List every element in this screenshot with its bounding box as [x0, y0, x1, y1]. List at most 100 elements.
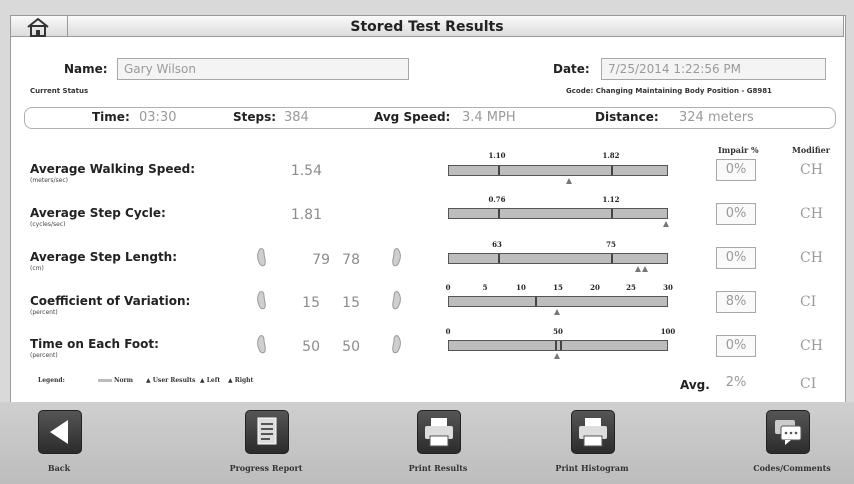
- metric-unit: (meters/sec): [30, 177, 68, 184]
- distance-label: Distance:: [595, 110, 659, 124]
- left-foot-icon: [257, 248, 266, 267]
- tick-label: 5: [482, 283, 488, 292]
- impair-percent: 8%: [716, 291, 756, 313]
- gcode-label: Gcode: Changing Maintaining Body Positio…: [566, 87, 772, 95]
- tick-label: 30: [663, 283, 673, 292]
- page-title: Stored Test Results: [350, 19, 504, 35]
- legend-left: ▲ Left: [200, 377, 221, 384]
- tick-label: 1.10: [488, 151, 506, 160]
- left-foot-icon: [257, 335, 266, 354]
- codes-comments-button[interactable]: [766, 410, 810, 454]
- report-icon: [257, 417, 277, 445]
- norm-tick: [498, 166, 500, 175]
- norm-range-bar: [448, 165, 668, 176]
- tick-label: 10: [516, 283, 526, 292]
- metric-label: Average Walking Speed:: [30, 162, 196, 176]
- modifier-code: CH: [800, 250, 823, 266]
- legend-norm-swatch: [98, 379, 112, 382]
- norm-tick: [555, 341, 557, 350]
- norm-tick: [611, 166, 613, 175]
- tick-label: 1.12: [602, 195, 620, 204]
- right-foot-value: 15: [342, 295, 360, 311]
- print-histogram-label[interactable]: Print Histogram: [555, 463, 628, 473]
- metric-unit: (cycles/sec): [30, 221, 66, 228]
- right-foot-icon: [392, 335, 401, 354]
- left-marker: [635, 266, 641, 272]
- date-label: Date:: [553, 62, 590, 76]
- codes-comments-label[interactable]: Codes/Comments: [753, 463, 831, 473]
- avg-speed-label: Avg Speed:: [374, 110, 451, 124]
- distance-value: 324 meters: [679, 110, 754, 125]
- norm-tick: [498, 209, 500, 218]
- tick-label: 0: [445, 283, 451, 292]
- norm-range-bar: [448, 208, 668, 219]
- norm-tick: [560, 341, 562, 350]
- printer-icon: [579, 418, 607, 447]
- user-result-marker: [554, 309, 560, 315]
- left-foot-value: 15: [302, 295, 320, 311]
- right-foot-icon: [392, 291, 401, 310]
- average-label: Avg.: [680, 378, 710, 392]
- user-result-marker: [554, 353, 560, 359]
- time-label: Time:: [92, 110, 130, 124]
- metric-value: 1.54: [290, 163, 322, 179]
- printer-icon: [425, 418, 453, 447]
- steps-label: Steps:: [233, 110, 277, 124]
- impair-percent: 0%: [716, 203, 756, 225]
- norm-tick: [611, 254, 613, 263]
- modifier-code: CH: [800, 206, 823, 222]
- tick-label: 0.76: [488, 195, 506, 204]
- metric-unit: (percent): [30, 352, 58, 359]
- tick-label: 20: [590, 283, 600, 292]
- impair-percent: 0%: [716, 335, 756, 357]
- name-field[interactable]: Gary Wilson: [117, 58, 409, 80]
- comments-icon: [775, 420, 802, 445]
- back-arrow-icon: [50, 420, 68, 444]
- modifier-column-header: Modifier: [792, 145, 830, 155]
- tick-label: 25: [626, 283, 636, 292]
- steps-value: 384: [284, 110, 309, 125]
- current-status-label: Current Status: [30, 87, 89, 95]
- metric-label: Coefficient of Variation:: [30, 294, 191, 308]
- legend-title: Legend:: [38, 377, 65, 384]
- date-field[interactable]: 7/25/2014 1:22:56 PM: [601, 58, 826, 80]
- back-button[interactable]: [38, 410, 82, 454]
- tick-label: 15: [553, 283, 563, 292]
- right-foot-value: 50: [342, 339, 360, 355]
- impair-column-header: Impair %: [718, 145, 759, 155]
- legend-norm: Norm: [114, 377, 133, 384]
- user-result-marker: [663, 221, 669, 227]
- time-value: 03:30: [139, 110, 177, 125]
- metric-unit: (percent): [30, 309, 58, 316]
- tick-label: 75: [606, 240, 616, 249]
- metric-label: Average Step Length:: [30, 250, 178, 264]
- modifier-code: CH: [800, 162, 823, 178]
- print-results-button[interactable]: [417, 410, 461, 454]
- legend-user-results: ▲ User Results: [146, 377, 196, 384]
- norm-range-bar: [448, 296, 668, 307]
- average-impair: 2%: [725, 375, 747, 390]
- progress-report-button[interactable]: [245, 410, 289, 454]
- average-modifier: CI: [800, 376, 817, 392]
- name-label: Name:: [64, 62, 108, 76]
- print-results-label[interactable]: Print Results: [409, 463, 468, 473]
- left-foot-icon: [257, 291, 266, 310]
- tick-label: 63: [492, 240, 502, 249]
- modifier-code: CH: [800, 338, 823, 354]
- metric-label: Time on Each Foot:: [30, 337, 159, 351]
- right-foot-icon: [392, 248, 401, 267]
- user-result-marker: [566, 178, 572, 184]
- print-histogram-button[interactable]: [571, 410, 615, 454]
- back-label[interactable]: Back: [48, 463, 70, 473]
- norm-tick: [498, 254, 500, 263]
- tick-label: 50: [553, 327, 563, 336]
- metric-label: Average Step Cycle:: [30, 206, 166, 220]
- norm-tick: [535, 297, 537, 306]
- right-foot-value: 78: [342, 252, 360, 268]
- impair-percent: 0%: [716, 247, 756, 269]
- norm-range-bar: [448, 253, 668, 264]
- tick-label: 100: [660, 327, 676, 336]
- title-bar: Stored Test Results: [10, 15, 844, 37]
- progress-report-label[interactable]: Progress Report: [230, 463, 303, 473]
- legend-right: ▲ Right: [228, 377, 254, 384]
